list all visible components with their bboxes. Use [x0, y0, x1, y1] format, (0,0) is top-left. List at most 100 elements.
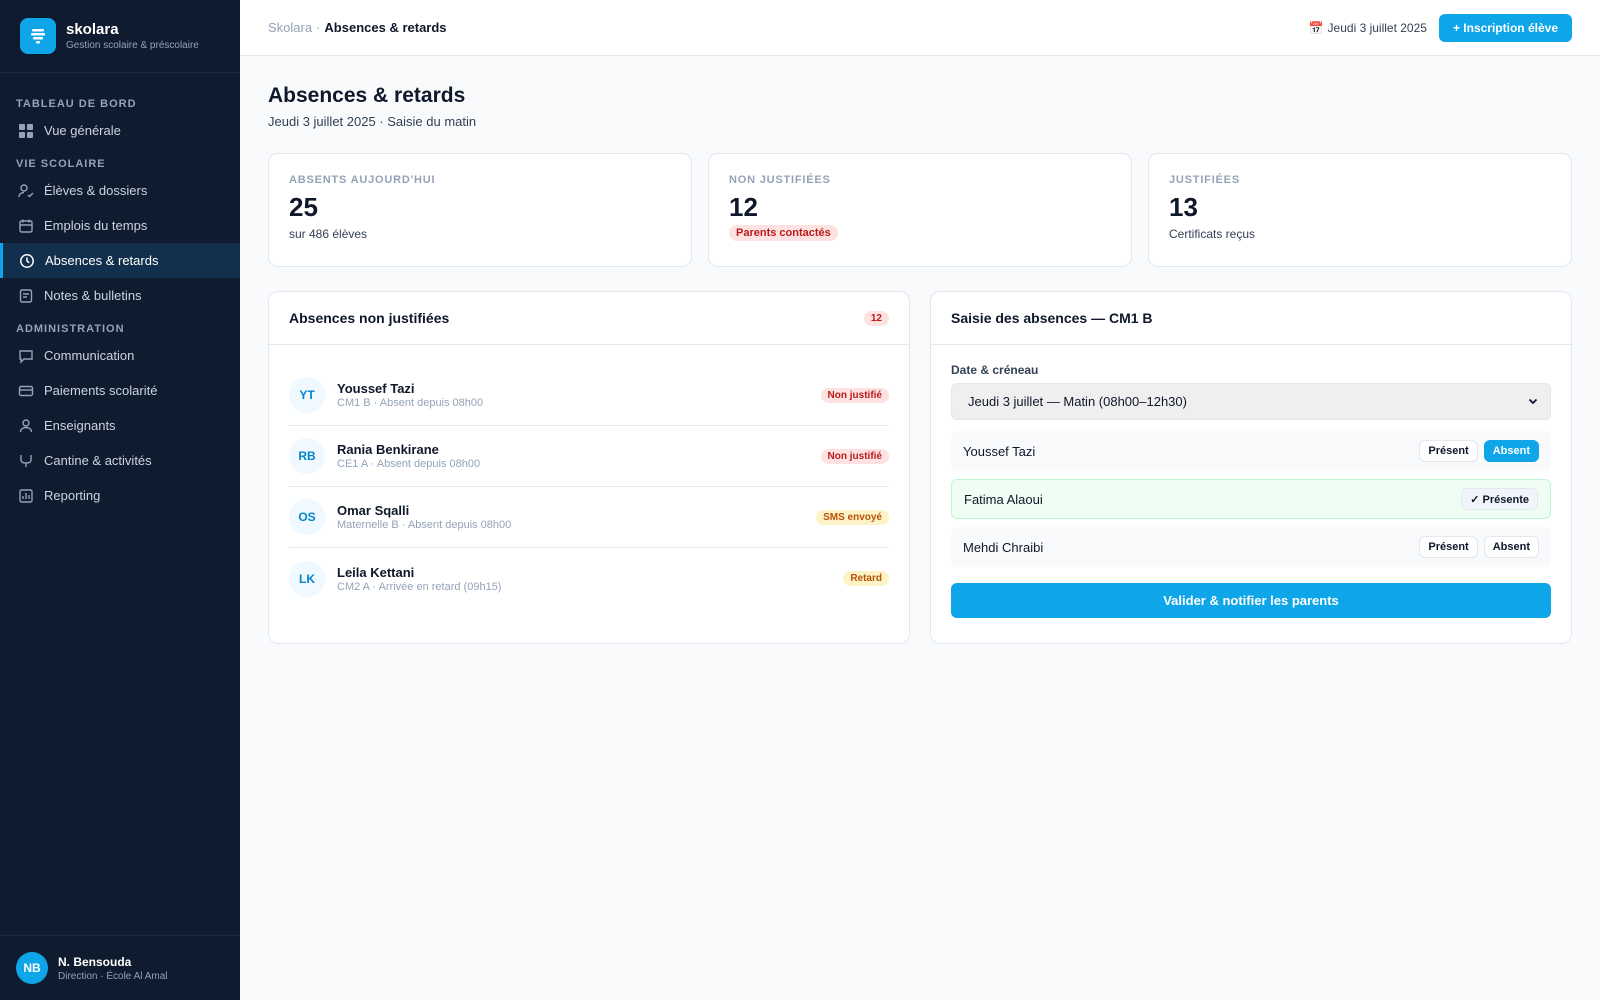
sidebar-item-vue-generale[interactable]: Vue générale — [0, 113, 240, 148]
sidebar-item-label: Notes & bulletins — [44, 288, 142, 303]
calendar-icon — [18, 218, 34, 234]
sidebar-item-absences[interactable]: Absences & retards — [0, 243, 240, 278]
page-title: Absences & retards — [268, 84, 466, 107]
utensils-icon — [18, 453, 34, 469]
panel-header: Saisie des absences — CM1 B — [931, 292, 1571, 345]
student-name: Youssef Tazi — [337, 381, 415, 396]
student-meta: CM1 B · Absent depuis 08h00 — [337, 397, 484, 409]
panels-row: Absences non justifiées 12 YT Youssef Ta… — [268, 291, 1572, 644]
present-button[interactable]: Présent — [1419, 440, 1478, 462]
count-badge: 12 — [863, 310, 889, 326]
sidebar-item-label: Cantine & activités — [44, 453, 152, 468]
list-item[interactable]: OS Omar Sqalli Maternelle B · Absent dep… — [289, 487, 889, 548]
sidebar: skolara Gestion scolaire & préscolaire T… — [0, 0, 240, 1000]
chevron-down-icon — [1528, 394, 1538, 409]
avatar: NB — [16, 952, 48, 984]
stat-card-non-justifiees: NON JUSTIFIÉES 12 Parents contactés — [708, 153, 1132, 267]
user-profile[interactable]: NB N. Bensouda Direction · École Al Amal — [0, 935, 240, 1000]
student-meta: CM2 A · Arrivée en retard (09h15) — [337, 580, 502, 593]
student-name: Omar Sqalli — [337, 503, 410, 518]
status-badge: Non justifié — [820, 448, 889, 464]
list-item[interactable]: LK Leila Kettani CM2 A · Arrivée en reta… — [289, 548, 889, 609]
stat-value: 12 — [729, 192, 758, 222]
validate-notify-button[interactable]: Valider & notifier les parents — [951, 583, 1551, 618]
stat-label: ABSENTS AUJOURD'HUI — [289, 174, 436, 186]
sidebar-item-emplois[interactable]: Emplois du temps — [0, 208, 240, 243]
list-item[interactable]: RB Rania Benkirane CE1 A · Absent depuis… — [289, 426, 889, 487]
student-name: Youssef Tazi — [963, 443, 1036, 459]
sidebar-item-label: Élèves & dossiers — [44, 183, 148, 198]
sidebar-item-label: Absences & retards — [45, 253, 159, 268]
sidebar-item-eleves[interactable]: Élèves & dossiers — [0, 173, 240, 208]
student-meta: Maternelle B · Absent depuis 08h00 — [337, 519, 512, 531]
brand-tagline: Gestion scolaire & préscolaire — [66, 40, 199, 51]
user-role: Direction · École Al Amal — [58, 970, 168, 982]
nav-section-title: VIE SCOLAIRE — [16, 158, 106, 170]
student-attendance-row: Youssef Tazi Présent Absent — [951, 431, 1551, 471]
student-attendance-row: Fatima Alaoui ✓ Présente — [951, 479, 1551, 519]
stat-card-absents: ABSENTS AUJOURD'HUI 25 sur 486 élèves — [268, 153, 692, 267]
sidebar-item-label: Emplois du temps — [44, 218, 148, 233]
stat-value: 25 — [289, 192, 318, 222]
new-enrollment-button[interactable]: + Inscription élève — [1438, 13, 1572, 42]
sidebar-item-enseignants[interactable]: Enseignants — [0, 408, 240, 443]
avatar: OS — [289, 499, 325, 535]
avatar: LK — [289, 560, 325, 597]
absence-entry-form: Date & créneau Jeudi 3 juillet — Matin (… — [931, 345, 1571, 618]
sidebar-item-paiements[interactable]: Paiements scolarité — [0, 373, 240, 408]
date-slot-label: Date & créneau — [951, 363, 1039, 377]
stat-note: sur 486 élèves — [289, 227, 368, 241]
user-name: N. Bensouda — [58, 954, 132, 969]
present-button[interactable]: Présent — [1419, 536, 1478, 558]
panel-title: Absences non justifiées — [289, 310, 450, 326]
panel-title: Saisie des absences — CM1 B — [951, 310, 1153, 326]
breadcrumb-current: Absences & retards — [324, 20, 447, 35]
breadcrumb-root[interactable]: Skolara — [268, 20, 312, 35]
school-icon — [20, 18, 56, 54]
breadcrumb: Skolara · Absences & retards — [268, 20, 447, 35]
student-name: Rania Benkirane — [337, 442, 439, 457]
sidebar-item-label: Vue générale — [44, 123, 121, 138]
sidebar-item-reporting[interactable]: Reporting — [0, 478, 240, 513]
absent-button[interactable]: Absent — [1483, 536, 1539, 558]
stat-note: Certificats reçus — [1169, 227, 1256, 241]
document-icon — [18, 288, 34, 304]
user-icon — [18, 418, 34, 434]
list-item[interactable]: YT Youssef Tazi CM1 B · Absent depuis 08… — [289, 365, 889, 426]
sidebar-item-label: Communication — [44, 348, 135, 363]
date-slot-value: Jeudi 3 juillet — Matin (08h00–12h30) — [968, 394, 1187, 409]
status-badge: SMS envoyé — [816, 509, 889, 525]
brand[interactable]: skolara Gestion scolaire & préscolaire — [0, 0, 240, 73]
absent-button[interactable]: Absent — [1483, 440, 1539, 462]
avatar: RB — [289, 438, 325, 474]
stat-label: NON JUSTIFIÉES — [729, 174, 831, 186]
stat-card-justifiees: JUSTIFIÉES 13 Certificats reçus — [1148, 153, 1572, 267]
page-subtitle: Jeudi 3 juillet 2025 · Saisie du matin — [268, 114, 477, 129]
panel-header: Absences non justifiées 12 — [269, 292, 909, 345]
credit-card-icon — [18, 383, 34, 399]
chat-icon — [18, 348, 34, 364]
chart-icon — [18, 488, 34, 504]
stat-value: 13 — [1169, 192, 1198, 222]
sidebar-item-notes[interactable]: Notes & bulletins — [0, 278, 240, 313]
status-badge: Retard — [843, 571, 889, 586]
breadcrumb-separator: · — [316, 20, 321, 35]
user-check-icon — [18, 183, 34, 199]
nav-section-title: ADMINISTRATION — [16, 323, 125, 335]
status-badge: Parents contactés — [729, 225, 838, 241]
student-name: Fatima Alaoui — [964, 491, 1043, 507]
avatar: YT — [289, 377, 325, 413]
student-name: Mehdi Chraibi — [963, 539, 1044, 555]
main-content: Absences & retards Jeudi 3 juillet 2025 … — [268, 56, 1572, 644]
current-date: 📅 Jeudi 3 juillet 2025 — [1309, 21, 1427, 35]
grid-icon — [18, 123, 34, 139]
sidebar-item-communication[interactable]: Communication — [0, 338, 240, 373]
date-slot-select[interactable]: Jeudi 3 juillet — Matin (08h00–12h30) — [951, 383, 1551, 420]
present-button[interactable]: ✓ Présente — [1461, 488, 1538, 510]
brand-name: skolara — [66, 21, 119, 38]
sidebar-item-cantine[interactable]: Cantine & activités — [0, 443, 240, 478]
status-badge: Non justifié — [820, 387, 889, 403]
topbar: Skolara · Absences & retards 📅 Jeudi 3 jui… — [240, 0, 1600, 56]
absence-list: YT Youssef Tazi CM1 B · Absent depuis 08… — [269, 345, 909, 609]
calendar-icon: 📅 — [1308, 20, 1324, 35]
